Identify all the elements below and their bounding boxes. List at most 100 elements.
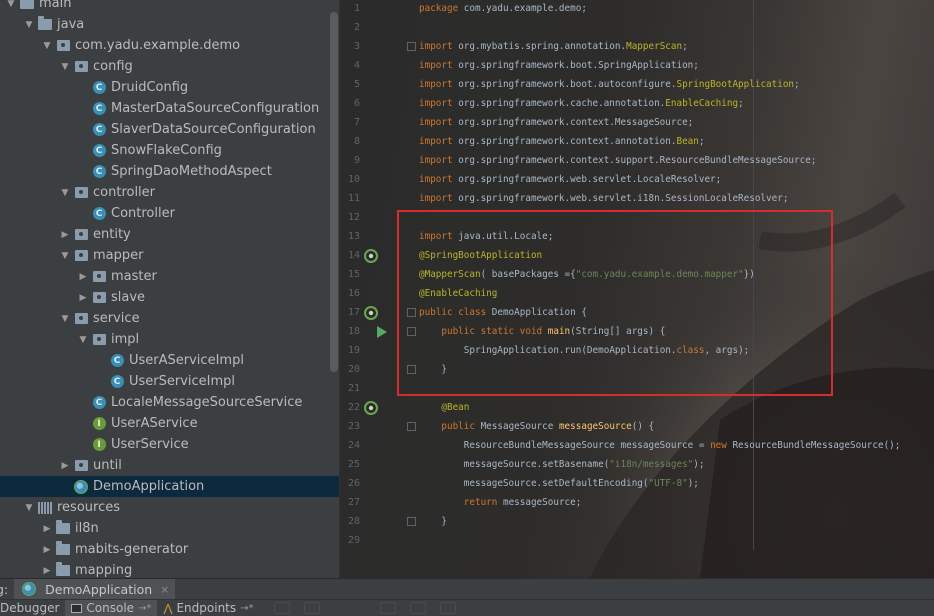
tab-debugger[interactable]: Debugger [0,600,65,616]
code-line[interactable]: import org.springframework.web.servlet.i… [419,189,788,208]
chevron-down-icon[interactable]: ▼ [58,62,72,72]
code-line[interactable]: import org.mybatis.spring.annotation.Map… [419,37,688,56]
tab-console[interactable]: Console →* [65,599,158,616]
tree-item[interactable]: C SpringDaoMethodAspect [0,161,339,182]
code-line[interactable]: SpringApplication.run(DemoApplication.cl… [419,341,750,360]
code-token: @EnableCaching [419,288,498,299]
tree-item[interactable]: ▶ entity [0,224,339,245]
chevron-right-icon[interactable]: ▶ [76,293,90,303]
toolbar-button[interactable] [303,602,320,614]
chevron-right-icon[interactable]: ▶ [40,545,54,555]
tree-item[interactable]: ▼ service [0,308,339,329]
chevron-down-icon[interactable]: ▼ [22,503,36,513]
code-line[interactable]: return messageSource; [419,493,582,512]
code-line[interactable]: import org.springframework.context.suppo… [419,151,816,170]
tree-item[interactable]: I UserAService [0,413,339,434]
tree-item[interactable]: ▶ il8n [0,518,339,539]
chevron-right-icon[interactable]: ▶ [58,461,72,471]
fold-marker-icon[interactable] [407,517,416,526]
code-line[interactable]: @EnableCaching [419,284,497,303]
toolbar-button[interactable] [273,602,290,614]
spring-bean-icon[interactable] [364,400,378,415]
code-token: org.springframework.context.support.Reso… [458,155,817,166]
tree-item[interactable]: ▼ java [0,14,339,35]
tree-item[interactable]: C UserServiceImpl [0,371,339,392]
chevron-down-icon[interactable]: ▼ [58,251,72,261]
code-line[interactable]: @MapperScan( basePackages ={"com.yadu.ex… [419,265,755,284]
tree-item[interactable]: C LocaleMessageSourceService [0,392,339,413]
spring-bean-icon[interactable] [364,248,378,263]
code-line[interactable]: messageSource.setDefaultEncoding("UTF-8"… [419,474,699,493]
toolbar-button[interactable] [409,602,426,614]
tree-item[interactable]: ▼ impl [0,329,339,350]
code-line[interactable]: import org.springframework.cache.annotat… [419,94,744,113]
tree-item[interactable]: C MasterDataSourceConfiguration [0,98,339,119]
tree-item[interactable]: ▼ config [0,56,339,77]
code-token: java.util.Locale; [458,231,554,242]
tree-item[interactable]: ▼ mapper [0,245,339,266]
tree-item[interactable]: ▶ slave [0,287,339,308]
pin-icon[interactable]: →* [138,603,151,614]
tree-item[interactable]: C SnowFlakeConfig [0,140,339,161]
tree-item[interactable]: ▼ com.yadu.example.demo [0,35,339,56]
toolbar-button[interactable] [439,602,456,614]
code-line[interactable]: import org.springframework.boot.SpringAp… [419,56,699,75]
tree-item[interactable]: DemoApplication [0,476,339,497]
chevron-right-icon[interactable]: ▶ [40,524,54,534]
tree-item[interactable]: ▼ resources [0,497,339,518]
fold-marker-icon[interactable] [407,327,416,336]
code-line[interactable]: @SpringBootApplication [419,246,542,265]
tree-item[interactable]: ▼ main [0,0,339,14]
line-number: 2 [353,22,360,33]
code-editor[interactable]: 1 package com.yadu.example.demo; 2 3 import … [340,0,934,578]
chevron-right-icon[interactable]: ▶ [40,566,54,576]
code-line[interactable]: import org.springframework.boot.autoconf… [419,75,800,94]
fold-marker-icon[interactable] [407,365,416,374]
code-line[interactable]: @Bean [419,398,469,417]
code-line[interactable]: package com.yadu.example.demo; [419,0,587,18]
code-line[interactable]: ResourceBundleMessageSource messageSourc… [419,436,901,455]
code-line[interactable]: public static void main(String[] args) { [419,322,665,341]
tree-item[interactable]: ▶ mabits-generator [0,539,339,560]
tree-item[interactable]: C UserAServiceImpl [0,350,339,371]
package-icon [74,249,88,263]
close-icon[interactable]: × [160,583,169,596]
run-tab-demoapplication[interactable]: DemoApplication × [14,578,176,600]
code-line[interactable]: import org.springframework.web.servlet.L… [419,170,721,189]
tree-item[interactable]: ▼ controller [0,182,339,203]
code-line[interactable]: } [419,512,447,531]
code-line[interactable]: public class DemoApplication { [419,303,587,322]
tree-item[interactable]: ▶ master [0,266,339,287]
tree-item[interactable]: I UserService [0,434,339,455]
tree-item[interactable]: C DruidConfig [0,77,339,98]
chevron-down-icon[interactable]: ▼ [4,0,18,9]
spring-bean-icon[interactable] [364,305,378,320]
chevron-right-icon[interactable]: ▶ [58,230,72,240]
chevron-down-icon[interactable]: ▼ [58,188,72,198]
tree-item[interactable]: C SlaverDataSourceConfiguration [0,119,339,140]
code-line[interactable]: import java.util.Locale; [419,227,553,246]
fold-marker-icon[interactable] [407,42,416,51]
toolbar-button[interactable] [379,602,396,614]
tree-item-label: SnowFlakeConfig [111,143,222,158]
chevron-right-icon[interactable]: ▶ [76,272,90,282]
chevron-down-icon[interactable]: ▼ [58,314,72,324]
tree-item[interactable]: ▶ until [0,455,339,476]
run-icon[interactable] [376,324,390,338]
fold-marker-icon[interactable] [407,308,416,317]
chevron-down-icon[interactable]: ▼ [76,335,90,345]
code-line[interactable]: messageSource.setBasename("i18n/messages… [419,455,705,474]
tree-item[interactable]: ▶ mapping [0,560,339,578]
tab-endpoints[interactable]: ⋀ Endpoints →* [157,600,259,616]
pin-icon[interactable]: →* [240,603,253,614]
tree-scrollbar[interactable] [330,12,338,372]
code-line[interactable]: } [419,360,447,379]
code-line[interactable]: import org.springframework.context.annot… [419,132,704,151]
tree-item[interactable]: C Controller [0,203,339,224]
code-line[interactable]: import org.springframework.context.Messa… [419,113,693,132]
fold-marker-icon[interactable] [407,422,416,431]
chevron-down-icon[interactable]: ▼ [40,41,54,51]
chevron-down-icon[interactable]: ▼ [22,20,36,30]
tree-item-label: MasterDataSourceConfiguration [111,101,320,116]
code-line[interactable]: public MessageSource messageSource() { [419,417,654,436]
